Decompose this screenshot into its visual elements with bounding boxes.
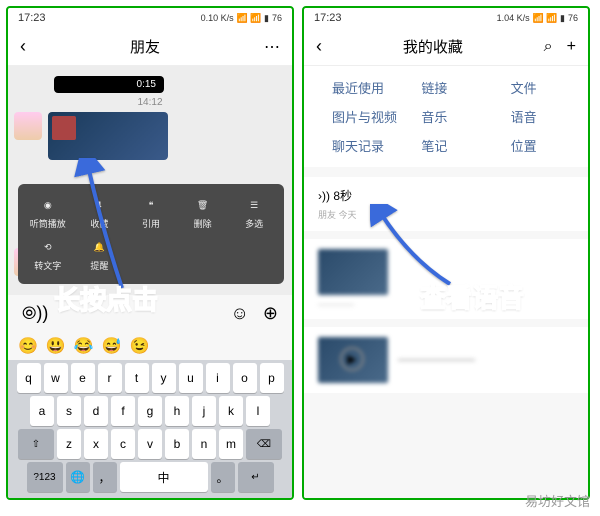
left-phone: 17:23 0.10 K/s 📶 📶 ▮ 76 ‹ 朋友 ⋯ 0:15 14:1…: [6, 6, 294, 500]
search-icon[interactable]: ⌕: [544, 38, 553, 56]
ctx-multiselect[interactable]: ☰多选: [228, 192, 280, 234]
sound-wave-icon: ›)): [318, 189, 333, 203]
favorites-title: 我的收藏: [403, 36, 463, 57]
emoji[interactable]: 😉: [130, 336, 150, 356]
cat-chatlog[interactable]: 聊天记录: [312, 136, 401, 155]
status-bar: 17:23 0.10 K/s 📶 📶 ▮ 76: [8, 8, 292, 28]
item-thumbnail: ▶: [318, 337, 388, 383]
annotation-right: 查看语音: [420, 278, 524, 315]
key-enter[interactable]: ↵: [238, 462, 274, 492]
key-f[interactable]: f: [111, 396, 135, 426]
key-num[interactable]: ?123: [27, 462, 63, 492]
chat-nav: ‹ 朋友 ⋯: [8, 28, 292, 66]
watermark: 易坊好文馆: [525, 491, 590, 510]
cat-link[interactable]: 链接: [401, 78, 490, 97]
timestamp: 14:12: [14, 97, 286, 108]
voice-message-bar[interactable]: 0:15: [54, 76, 164, 93]
cat-location[interactable]: 位置: [491, 136, 580, 155]
key-e[interactable]: e: [71, 363, 95, 393]
keyboard: qwertyuiop asdfghjkl ⇧zxcvbnm⌫ ?123 🌐 ， …: [8, 360, 292, 498]
add-icon[interactable]: +: [567, 38, 576, 56]
key-w[interactable]: w: [44, 363, 68, 393]
key-switch[interactable]: 🌐: [66, 462, 90, 492]
favorite-item[interactable]: ▶ ———————: [304, 327, 588, 393]
emoji[interactable]: 😂: [74, 336, 94, 356]
key-space[interactable]: 中: [120, 462, 208, 492]
ear-icon: ◉: [39, 196, 57, 214]
plus-icon[interactable]: ⊕: [263, 303, 278, 324]
key-s[interactable]: s: [57, 396, 81, 426]
key-v[interactable]: v: [138, 429, 162, 459]
status-right: 1.04 K/s 📶 📶 ▮ 76: [497, 13, 578, 24]
ctx-earpiece[interactable]: ◉听筒播放: [22, 192, 74, 234]
category-grid: 最近使用 链接 文件 图片与视频 音乐 语音 聊天记录 笔记 位置: [304, 66, 588, 167]
key-u[interactable]: u: [179, 363, 203, 393]
ctx-totext[interactable]: ⟲转文字: [22, 234, 74, 276]
cat-file[interactable]: 文件: [491, 78, 580, 97]
key-m[interactable]: m: [219, 429, 243, 459]
emoji[interactable]: 😅: [102, 336, 122, 356]
ctx-delete[interactable]: 🗑删除: [177, 192, 229, 234]
quote-icon: ❝: [142, 196, 160, 214]
play-icon: ▶: [340, 347, 364, 371]
key-period[interactable]: 。: [211, 462, 235, 492]
key-b[interactable]: b: [165, 429, 189, 459]
key-l[interactable]: l: [246, 396, 270, 426]
text-icon: ⟲: [39, 238, 57, 256]
select-icon: ☰: [245, 196, 263, 214]
key-p[interactable]: p: [260, 363, 284, 393]
key-comma[interactable]: ，: [93, 462, 117, 492]
status-bar: 17:23 1.04 K/s 📶 📶 ▮ 76: [304, 8, 588, 28]
emoji-icon[interactable]: ☺: [231, 303, 249, 324]
context-menu: ◉听筒播放 ⬇收藏 ❝引用 🗑删除 ☰多选 ⟲转文字 🔔提醒: [18, 184, 284, 284]
key-z[interactable]: z: [57, 429, 81, 459]
key-d[interactable]: d: [84, 396, 108, 426]
key-r[interactable]: r: [98, 363, 122, 393]
cat-music[interactable]: 音乐: [401, 107, 490, 126]
key-q[interactable]: q: [17, 363, 41, 393]
video-thumbnail[interactable]: [48, 112, 168, 160]
avatar[interactable]: [14, 112, 42, 140]
message-row: [14, 112, 286, 160]
favorites-nav: ‹ 我的收藏 ⌕ +: [304, 28, 588, 66]
key-y[interactable]: y: [152, 363, 176, 393]
key-x[interactable]: x: [84, 429, 108, 459]
key-j[interactable]: j: [192, 396, 216, 426]
trash-icon: 🗑: [194, 196, 212, 214]
key-i[interactable]: i: [206, 363, 230, 393]
cat-recent[interactable]: 最近使用: [312, 78, 401, 97]
status-time: 17:23: [18, 12, 46, 24]
cat-media[interactable]: 图片与视频: [312, 107, 401, 126]
status-right: 0.10 K/s 📶 📶 ▮ 76: [201, 13, 282, 24]
status-time: 17:23: [314, 12, 342, 24]
cat-voice[interactable]: 语音: [491, 107, 580, 126]
back-icon[interactable]: ‹: [20, 36, 26, 57]
key-g[interactable]: g: [138, 396, 162, 426]
back-icon[interactable]: ‹: [316, 36, 322, 57]
key-o[interactable]: o: [233, 363, 257, 393]
chat-body: 0:15 14:12 ◉听筒播放 ⬇收藏 ❝引用 🗑删除 ☰多选 ⟲转文字 🔔提…: [8, 66, 292, 295]
key-t[interactable]: t: [125, 363, 149, 393]
voice-input-icon[interactable]: ⦾)): [22, 303, 48, 324]
key-n[interactable]: n: [192, 429, 216, 459]
key-h[interactable]: h: [165, 396, 189, 426]
more-icon[interactable]: ⋯: [264, 37, 280, 57]
key-c[interactable]: c: [111, 429, 135, 459]
emoji[interactable]: 😃: [46, 336, 66, 356]
key-delete[interactable]: ⌫: [246, 429, 282, 459]
emoji-row: 😊 😃 😂 😅 😉: [8, 332, 292, 360]
cat-note[interactable]: 笔记: [401, 136, 490, 155]
key-a[interactable]: a: [30, 396, 54, 426]
chat-title: 朋友: [130, 36, 160, 57]
key-k[interactable]: k: [219, 396, 243, 426]
annotation-left: 长按点击: [54, 280, 158, 317]
emoji[interactable]: 😊: [18, 336, 38, 356]
key-shift[interactable]: ⇧: [18, 429, 54, 459]
